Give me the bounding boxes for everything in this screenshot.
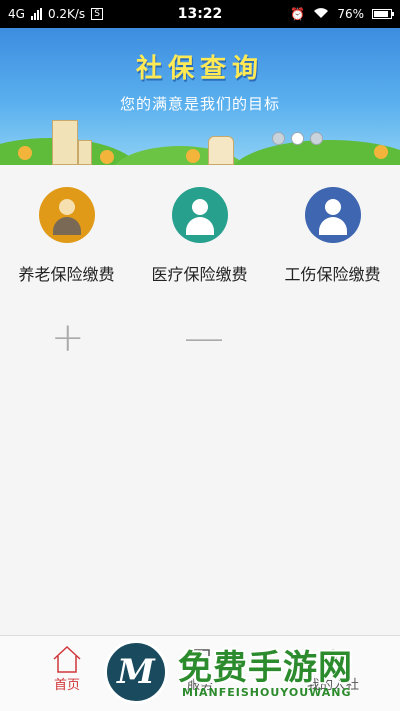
network-speed: 0.2K/s [47, 7, 86, 21]
status-bar: 4G 0.2K/s S 13:22 ⏰ 76% [0, 0, 400, 28]
service-label: 工伤保险缴费 [284, 265, 381, 284]
carousel-dots[interactable] [272, 132, 323, 145]
add-button[interactable]: + [51, 315, 85, 361]
banner-title: 社保查询 [135, 54, 264, 84]
s-badge-icon: S [91, 8, 103, 20]
status-right: ⏰ 76% [290, 7, 394, 22]
service-pension-payment[interactable]: 养老保险缴费 [0, 187, 133, 285]
nurse-icon [171, 187, 228, 243]
carousel-dot-active[interactable] [291, 132, 304, 145]
nav-home[interactable]: 首页 [17, 644, 117, 693]
status-time: 13:22 [177, 6, 223, 22]
wifi-icon [313, 7, 329, 22]
alarm-icon: ⏰ [290, 7, 306, 21]
banner-subtitle: 您的满意是我们的目标 [119, 95, 280, 113]
injured-worker-icon [304, 187, 361, 243]
watermark-logo: M [104, 640, 168, 704]
main-content: 养老保险缴费 医疗保险缴费 工伤保险缴费 + — [0, 165, 400, 635]
battery-percent: 76% [337, 7, 364, 21]
network-type: 4G [8, 7, 25, 21]
battery-icon [372, 9, 394, 19]
service-label: 医疗保险缴费 [151, 265, 248, 284]
watermark-logo-letter: M [117, 652, 155, 692]
status-left: 4G 0.2K/s S [8, 7, 103, 21]
elderly-person-icon [38, 187, 95, 243]
home-icon [17, 644, 117, 674]
service-medical-payment[interactable]: 医疗保险缴费 [133, 187, 266, 285]
nav-home-label: 首页 [53, 678, 80, 693]
carousel-dot[interactable] [272, 132, 285, 145]
watermark-text: 免费手游网 [178, 648, 353, 688]
watermark-subtext: MIANFEISHOUYOUWANG [182, 686, 352, 699]
carousel-dot[interactable] [310, 132, 323, 145]
remove-button[interactable]: — [184, 315, 224, 361]
service-injury-payment[interactable]: 工伤保险缴费 [266, 187, 399, 285]
service-label: 养老保险缴费 [18, 265, 115, 284]
banner-carousel[interactable]: 社保查询 您的满意是我们的目标 [0, 28, 400, 165]
signal-icon [30, 8, 42, 20]
